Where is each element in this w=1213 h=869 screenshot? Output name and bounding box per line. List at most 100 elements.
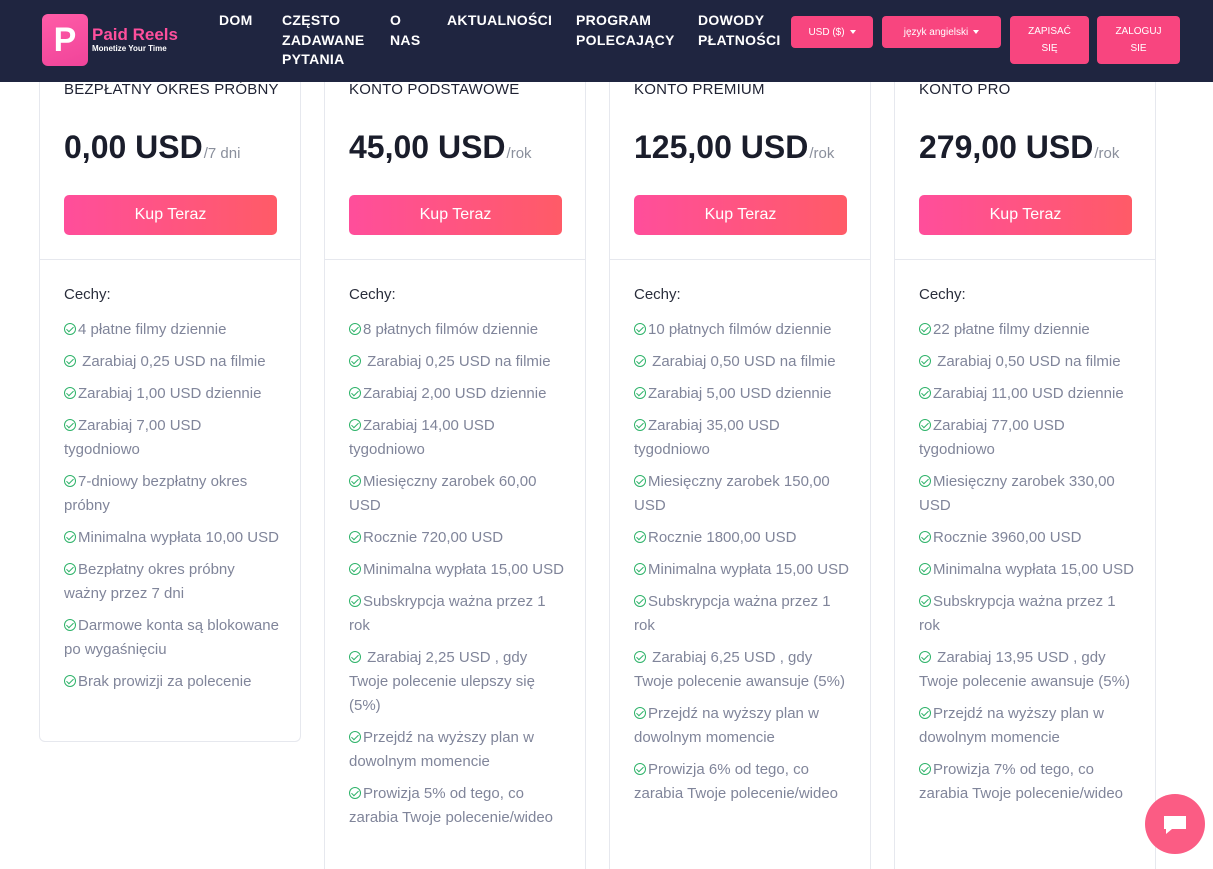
feature-item: 7-dniowy bezpłatny okres próbny (64, 473, 248, 514)
logo-mark-icon: P (42, 14, 88, 66)
feature-list: Cechy: 22 płatne filmy dziennie Zarabiaj… (895, 260, 1155, 806)
plan-name: BEZPŁATNY OKRES PRÓBNY (64, 81, 279, 98)
check-circle-icon (634, 563, 646, 575)
currency-label: USD ($) (808, 26, 845, 38)
buy-now-button[interactable]: Kup Teraz (349, 195, 562, 235)
nav-about[interactable]: O NAS (390, 11, 430, 50)
feature-item: Zarabiaj 5,00 USD dziennie (634, 382, 850, 406)
feature-item: Zarabiaj 2,00 USD dziennie (349, 382, 565, 406)
nav-faq[interactable]: CZĘSTO ZADAWANE PYTANIA (282, 11, 374, 70)
feature-item: 22 płatne filmy dziennie (919, 318, 1135, 342)
check-circle-icon (919, 419, 931, 431)
feature-item: Przejdź na wyższy plan w dowolnym momenc… (919, 705, 1104, 746)
nav-referral[interactable]: PROGRAM POLECAJĄCY (576, 11, 686, 50)
check-circle-icon (64, 619, 76, 631)
feature-item: Minimalna wypłata 15,00 USD (349, 558, 565, 582)
check-circle-icon (634, 531, 646, 543)
chat-bubble-icon (1164, 816, 1186, 834)
chat-button[interactable] (1145, 794, 1205, 854)
nav-payment-proofs[interactable]: DOWODY PŁATNOŚCI (698, 11, 784, 50)
currency-dropdown[interactable]: USD ($) (791, 16, 873, 48)
language-dropdown[interactable]: język angielski (882, 16, 1001, 48)
price-amount: 125,00 USD (634, 129, 809, 165)
feature-item: Zarabiaj 1,00 USD dziennie (64, 382, 280, 406)
check-circle-icon (634, 707, 646, 719)
check-circle-icon (349, 563, 361, 575)
feature-list: Cechy: 8 płatnych filmów dziennie Zarabi… (325, 260, 585, 830)
plan-card-free-trial: BEZPŁATNY OKRES PRÓBNY 0,00 USD /7 dni K… (39, 60, 301, 742)
feature-item: Zarabiaj 11,00 USD dziennie (919, 382, 1135, 406)
check-circle-icon (349, 787, 361, 799)
feature-item: Przejdź na wyższy plan w dowolnym momenc… (634, 705, 819, 746)
features-heading: Cechy: (634, 286, 681, 303)
price-amount: 45,00 USD (349, 129, 506, 165)
price-period: /rok (506, 145, 532, 162)
feature-item: Zarabiaj 13,95 USD , gdy Twoje polecenie… (919, 649, 1130, 690)
check-circle-icon (634, 475, 646, 487)
language-label: język angielski (903, 26, 969, 38)
check-circle-icon (349, 595, 361, 607)
check-circle-icon (919, 563, 931, 575)
feature-item: Zarabiaj 0,25 USD na filmie (64, 350, 280, 374)
brand-name: Paid Reels (92, 25, 178, 44)
buy-now-button[interactable]: Kup Teraz (919, 195, 1132, 235)
feature-item: Darmowe konta są blokowane po wygaśnięci… (64, 617, 279, 658)
check-circle-icon (349, 731, 361, 743)
check-circle-icon (634, 323, 646, 335)
check-circle-icon (634, 595, 646, 607)
check-circle-icon (64, 419, 76, 431)
price-amount: 279,00 USD (919, 129, 1094, 165)
feature-item: Prowizja 5% od tego, co zarabia Twoje po… (349, 785, 554, 826)
check-circle-icon (919, 763, 931, 775)
feature-item: Miesięczny zarobek 60,00 USD (349, 473, 537, 514)
check-circle-icon (349, 531, 361, 543)
check-circle-icon (64, 355, 76, 367)
price-period: /rok (1094, 145, 1120, 162)
check-circle-icon (64, 675, 76, 687)
check-circle-icon (634, 763, 646, 775)
login-button[interactable]: ZALOGUJ SIE (1097, 16, 1180, 64)
check-circle-icon (64, 563, 76, 575)
check-circle-icon (634, 419, 646, 431)
plan-price: 0,00 USD /7 dni (64, 129, 240, 166)
plan-name: KONTO PRO (919, 81, 1011, 98)
buy-now-button[interactable]: Kup Teraz (64, 195, 277, 235)
check-circle-icon (64, 531, 76, 543)
features-heading: Cechy: (349, 286, 396, 303)
feature-item: 4 płatne filmy dziennie (64, 318, 280, 342)
feature-item: Rocznie 1800,00 USD (634, 526, 850, 550)
features-heading: Cechy: (919, 286, 966, 303)
plan-card-basic: KONTO PODSTAWOWE 45,00 USD /rok Kup Tera… (324, 60, 586, 869)
check-circle-icon (919, 595, 931, 607)
feature-item: Zarabiaj 0,25 USD na filmie (349, 350, 565, 374)
feature-list: Cechy: 4 płatne filmy dziennie Zarabiaj … (40, 260, 300, 694)
feature-item: Rocznie 720,00 USD (349, 526, 565, 550)
chevron-down-icon (849, 29, 856, 34)
plan-price: 45,00 USD /rok (349, 129, 532, 166)
logo[interactable]: P Paid Reels Monetize Your Time (42, 14, 192, 66)
check-circle-icon (634, 387, 646, 399)
feature-item: 8 płatnych filmów dziennie (349, 318, 565, 342)
feature-item: Bezpłatny okres próbny ważny przez 7 dni (64, 561, 235, 602)
buy-now-button[interactable]: Kup Teraz (634, 195, 847, 235)
feature-item: Minimalna wypłata 15,00 USD (634, 558, 850, 582)
feature-item: Zarabiaj 0,50 USD na filmie (919, 350, 1135, 374)
feature-item: Zarabiaj 14,00 USD tygodniowo (349, 417, 495, 458)
feature-item: Miesięczny zarobek 330,00 USD (919, 473, 1115, 514)
feature-item: Subskrypcja ważna przez 1 rok (349, 593, 546, 634)
feature-item: Zarabiaj 7,00 USD tygodniowo (64, 417, 202, 458)
check-circle-icon (919, 323, 931, 335)
feature-item: 10 płatnych filmów dziennie (634, 318, 850, 342)
feature-item: Prowizja 6% od tego, co zarabia Twoje po… (634, 761, 839, 802)
check-circle-icon (64, 387, 76, 399)
plan-card-premium: KONTO PREMIUM 125,00 USD /rok Kup Teraz … (609, 60, 871, 869)
check-circle-icon (634, 355, 646, 367)
nav-home[interactable]: DOM (219, 11, 253, 31)
features-heading: Cechy: (64, 286, 111, 303)
feature-item: Subskrypcja ważna przez 1 rok (634, 593, 831, 634)
nav-news[interactable]: AKTUALNOŚCI (447, 11, 552, 31)
signup-button[interactable]: ZAPISAĆ SIĘ (1010, 16, 1089, 64)
check-circle-icon (64, 475, 76, 487)
check-circle-icon (919, 355, 931, 367)
brand-tagline: Monetize Your Time (92, 44, 167, 53)
